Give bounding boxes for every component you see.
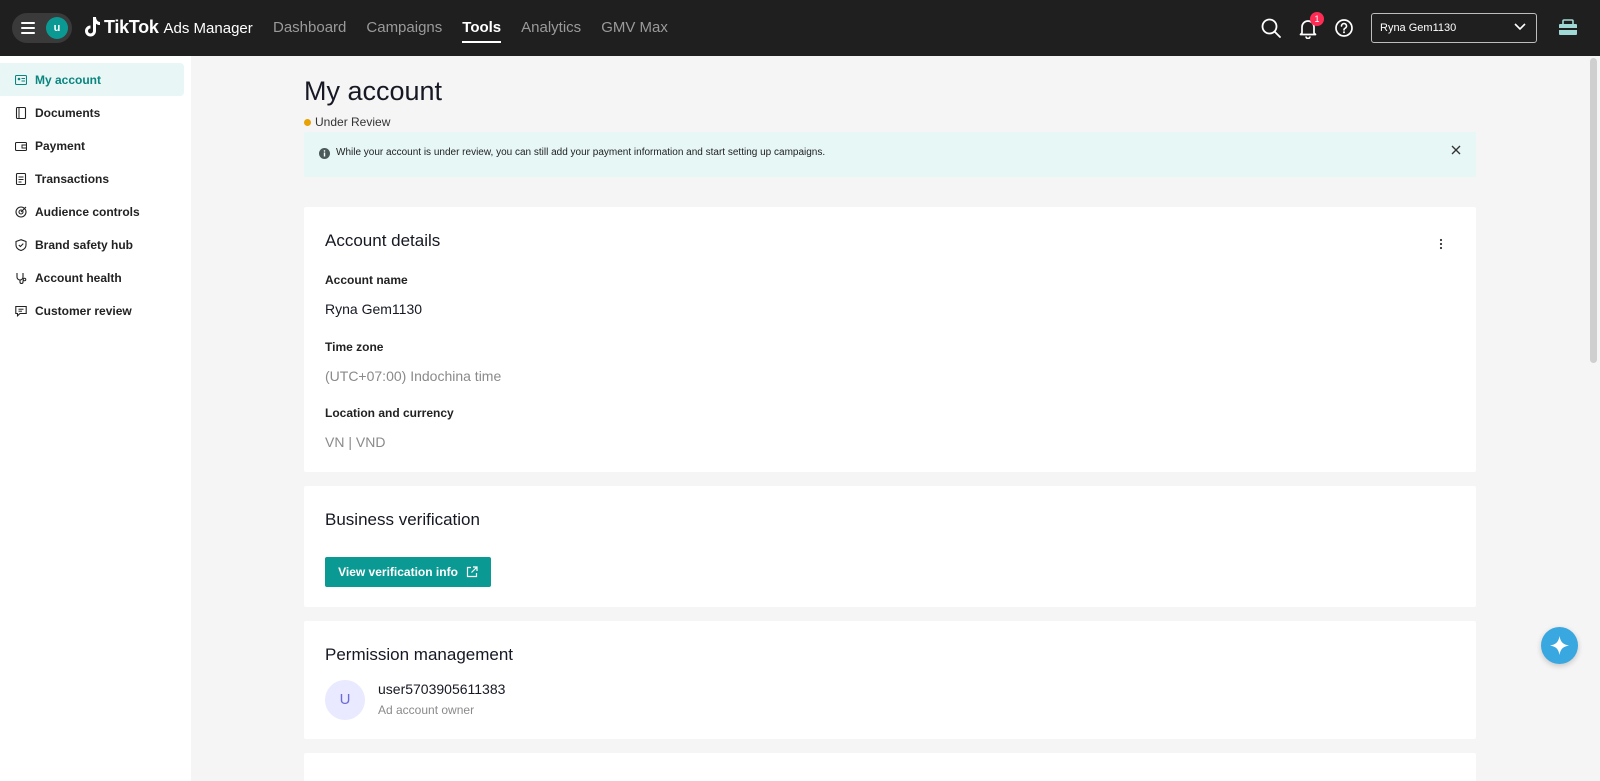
sparkle-icon <box>1550 636 1569 655</box>
permission-management-card: Permission management U user570390561138… <box>304 621 1476 739</box>
sidebar-item-label: Payment <box>35 138 86 153</box>
wallet-icon <box>15 141 27 151</box>
sidebar: My account Documents Payment Transaction… <box>0 56 191 781</box>
account-name-label: Account name <box>325 273 408 287</box>
sidebar-item-label: Customer review <box>35 303 132 318</box>
target-icon <box>15 205 27 218</box>
avatar[interactable]: u <box>46 17 68 39</box>
account-details-card: Account details Account name Ryna Gem113… <box>304 207 1476 472</box>
document-icon <box>15 106 27 119</box>
page-title: My account <box>304 76 443 106</box>
user-avatar: U <box>325 680 365 720</box>
main-nav: Dashboard Campaigns Tools Analytics GMV … <box>273 0 688 56</box>
top-navigation-bar: u TikTok Ads Manager Dashboard Campaigns… <box>0 0 1600 56</box>
sidebar-item-transactions[interactable]: Transactions <box>0 162 184 195</box>
view-verification-info-button[interactable]: View verification info <box>325 557 491 587</box>
account-selector-value: Ryna Gem1130 <box>1380 22 1457 34</box>
page-scrollbar[interactable] <box>1590 58 1597 363</box>
business-verification-card: Business verification View verification … <box>304 486 1476 607</box>
receipt-icon <box>15 172 27 185</box>
brand-name: TikTok <box>104 16 159 37</box>
menu-toggle[interactable]: u <box>12 13 72 43</box>
sidebar-item-account-health[interactable]: Account health <box>0 261 184 294</box>
id-card-icon <box>15 74 27 85</box>
business-center-icon[interactable] <box>1557 17 1579 39</box>
chat-icon <box>15 305 27 317</box>
close-icon[interactable] <box>1450 144 1462 156</box>
notification-badge: 1 <box>1310 12 1324 26</box>
assistant-button[interactable] <box>1541 627 1578 664</box>
hamburger-icon <box>21 22 35 34</box>
search-icon[interactable] <box>1260 17 1282 39</box>
sidebar-item-label: Audience controls <box>35 204 140 219</box>
sidebar-item-brand-safety-hub[interactable]: Brand safety hub <box>0 228 184 261</box>
time-zone-label: Time zone <box>325 340 384 354</box>
nav-dashboard[interactable]: Dashboard <box>273 0 346 56</box>
sidebar-item-label: My account <box>35 72 102 87</box>
sidebar-item-label: Account health <box>35 270 122 285</box>
help-icon[interactable] <box>1333 17 1355 39</box>
sidebar-item-documents[interactable]: Documents <box>0 96 184 129</box>
nav-analytics[interactable]: Analytics <box>521 0 581 56</box>
review-info-banner: While your account is under review, you … <box>304 132 1476 177</box>
nav-gmv-max[interactable]: GMV Max <box>601 0 668 56</box>
user-role: Ad account owner <box>378 703 475 717</box>
time-zone-value: (UTC+07:00) Indochina time <box>325 368 502 384</box>
sidebar-item-customer-review[interactable]: Customer review <box>0 294 184 327</box>
account-name-value: Ryna Gem1130 <box>325 301 423 317</box>
chevron-down-icon <box>1514 23 1526 31</box>
sidebar-item-audience-controls[interactable]: Audience controls <box>0 195 184 228</box>
banner-message: While your account is under review, you … <box>336 147 826 158</box>
view-verification-info-label: View verification info <box>338 565 458 579</box>
nav-tools[interactable]: Tools <box>462 0 501 56</box>
location-currency-label: Location and currency <box>325 406 454 420</box>
location-currency-value: VN | VND <box>325 434 386 450</box>
shield-icon <box>15 238 27 251</box>
next-card-partial <box>304 753 1476 781</box>
account-selector[interactable]: Ryna Gem1130 <box>1371 13 1537 43</box>
status-dot-icon <box>304 118 311 126</box>
business-verification-title: Business verification <box>325 510 480 529</box>
status-text: Under Review <box>315 115 391 129</box>
status-badge: Under Review <box>304 115 390 129</box>
account-details-title: Account details <box>325 231 441 250</box>
sidebar-item-label: Brand safety hub <box>35 237 134 252</box>
nav-campaigns[interactable]: Campaigns <box>366 0 442 56</box>
external-link-icon <box>466 566 478 578</box>
tiktok-ads-manager-logo[interactable]: TikTok Ads Manager <box>84 14 253 40</box>
sidebar-item-payment[interactable]: Payment <box>0 129 184 162</box>
sidebar-item-label: Documents <box>35 105 101 120</box>
tiktok-note-icon <box>85 17 100 37</box>
user-name: user5703905611383 <box>378 681 506 697</box>
more-options-icon[interactable] <box>1438 237 1444 251</box>
sidebar-item-label: Transactions <box>35 171 110 186</box>
info-icon <box>319 148 330 159</box>
sidebar-item-my-account[interactable]: My account <box>0 63 184 96</box>
product-name: Ads Manager <box>163 20 253 37</box>
stethoscope-icon <box>16 272 27 284</box>
permission-management-title: Permission management <box>325 645 514 664</box>
